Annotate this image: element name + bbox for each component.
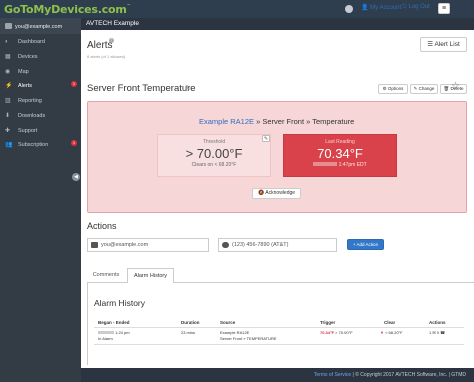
sidebar-item-reporting[interactable]: ▥ Reporting: [0, 93, 81, 107]
redacted-date: [313, 162, 338, 166]
sidebar-user[interactable]: you@example.com: [0, 18, 81, 34]
alerts-badge: 1: [71, 81, 77, 87]
download-icon: ⬇: [5, 113, 11, 119]
actions-title: Actions: [87, 221, 117, 231]
collapse-sidebar-icon[interactable]: ◀: [72, 173, 80, 181]
trash-icon: 🗑: [443, 86, 450, 91]
threshold-clears: Clears on < 68.20°F: [191, 162, 237, 168]
col-trigger: Trigger: [320, 320, 336, 325]
col-source: Source: [220, 320, 236, 325]
sidebar-item-subscription[interactable]: 👥 Subscription 1: [0, 137, 81, 151]
email-action[interactable]: you@example.com: [87, 238, 209, 252]
alarm-history-title: Alarm History: [94, 298, 146, 308]
edit-threshold-icon[interactable]: ✎: [262, 135, 270, 142]
sidebar-item-support[interactable]: ✚ Support: [0, 123, 81, 137]
toggle-icon[interactable]: [345, 5, 353, 13]
last-reading-label: Last Reading: [325, 139, 355, 145]
page-header: AVTECH Example: [81, 18, 474, 30]
alert-list-button[interactable]: ☰ Alert List: [420, 37, 467, 52]
acknowledge-button[interactable]: 🔕 Acknowledge: [252, 188, 301, 199]
last-reading-value: 70.34°F: [317, 146, 363, 161]
tab-alarm-history[interactable]: Alarm History: [127, 268, 174, 283]
user-card-icon: [5, 23, 12, 29]
arrow-down-icon: ▼: [380, 330, 384, 335]
envelope-icon: [91, 242, 98, 248]
sidebar-item-devices[interactable]: ▦ Devices: [0, 49, 81, 63]
tab-comments[interactable]: Comments: [87, 268, 125, 282]
user-icon: 👤: [361, 5, 369, 11]
log-out-link[interactable]: ⎋ Log Out: [402, 4, 430, 11]
account-title: AVTECH Example: [86, 20, 139, 27]
row-began: 1:24 pm In Alarm: [98, 330, 130, 341]
edit-name-icon[interactable]: ✎: [185, 84, 191, 92]
list-icon: ☰: [427, 41, 434, 48]
devices-icon: ▦: [5, 54, 11, 60]
subscription-badge: 1: [71, 140, 77, 146]
add-action-button[interactable]: + Add Action: [347, 239, 384, 250]
sidebar-item-downloads[interactable]: ⬇ Downloads: [0, 108, 81, 122]
last-reading-card: Last Reading 70.34°F 1:47pm EDT: [283, 134, 397, 177]
device-breadcrumb: Example RA12E » Server Front » Temperatu…: [199, 117, 355, 126]
brand-logo[interactable]: GoToMyDevices.com™: [4, 3, 131, 16]
col-clear: Clear: [384, 320, 396, 325]
header-divider: [94, 327, 464, 328]
col-actions: Actions: [429, 320, 446, 325]
change-button[interactable]: ✎ Change: [410, 84, 438, 94]
top-bar: GoToMyDevices.com™ 👤 My Account ⎋ Log Ou…: [0, 0, 474, 18]
sidebar-item-alerts[interactable]: ⚡ Alerts 1: [0, 78, 81, 92]
gear-icon: ⚙: [382, 86, 387, 91]
help-icon[interactable]: ?: [109, 38, 114, 43]
bell-slash-icon: 🔕: [257, 190, 265, 196]
device-link[interactable]: Example RA12E: [199, 117, 254, 126]
logout-icon: ⎋: [402, 4, 407, 10]
footer: Terms of Service | © Copyright 2017 AVTE…: [81, 368, 474, 382]
threshold-label: Threshold: [202, 139, 226, 145]
last-reading-time: 1:47pm EDT: [284, 162, 396, 168]
sidebar-item-map[interactable]: ◉ Map: [0, 64, 81, 78]
menu-icon[interactable]: ≡: [438, 3, 450, 14]
dashboard-icon: ◐: [5, 39, 9, 45]
threshold-card: Threshold > 70.00°F Clears on < 68.20°F: [157, 134, 271, 177]
star-icon[interactable]: ☆: [451, 81, 460, 92]
terms-link[interactable]: Terms of Service: [314, 372, 351, 378]
alerts-count: 8 alerts (of 1 allowed): [87, 54, 126, 59]
row-actions: 1 ✉ 0 ☎: [429, 330, 446, 335]
phone-action[interactable]: (123) 456-7890 (AT&T): [218, 238, 337, 252]
row-status: In Alarm: [98, 336, 113, 341]
options-button[interactable]: ⚙ Options: [378, 84, 408, 94]
row-divider: [94, 344, 464, 345]
users-icon: 👥: [5, 142, 13, 148]
tab-content: [87, 283, 474, 365]
sidebar-item-dashboard[interactable]: ◐ Dashboard: [0, 35, 81, 49]
row-trigger: 70.34°F > 70.00°F: [320, 330, 353, 335]
chart-icon: ▥: [5, 98, 11, 104]
chat-icon: [222, 242, 229, 248]
support-icon: ✚: [5, 128, 11, 134]
redacted-date: [98, 331, 114, 334]
alert-name: Server Front Temperature: [87, 83, 196, 94]
col-duration: Duration: [181, 320, 200, 325]
col-began-ended: Began - Ended: [98, 320, 130, 325]
pencil-icon: ✎: [413, 86, 418, 91]
copyright-text: | © Copyright 2017 AVTECH Software, Inc.…: [351, 372, 466, 378]
row-clear: ▼ < 68.20°F: [380, 330, 403, 335]
map-icon: ◉: [5, 69, 11, 75]
sidebar: you@example.com ◐ Dashboard ▦ Devices ◉ Map…: [0, 18, 81, 382]
threshold-value: > 70.00°F: [185, 146, 243, 161]
my-account-link[interactable]: 👤 My Account: [361, 4, 401, 11]
row-duration: 23 mins: [181, 330, 196, 335]
bolt-icon: ⚡: [5, 83, 13, 89]
row-source: Example RA12E Server Front » TEMPERATURE: [220, 330, 277, 341]
